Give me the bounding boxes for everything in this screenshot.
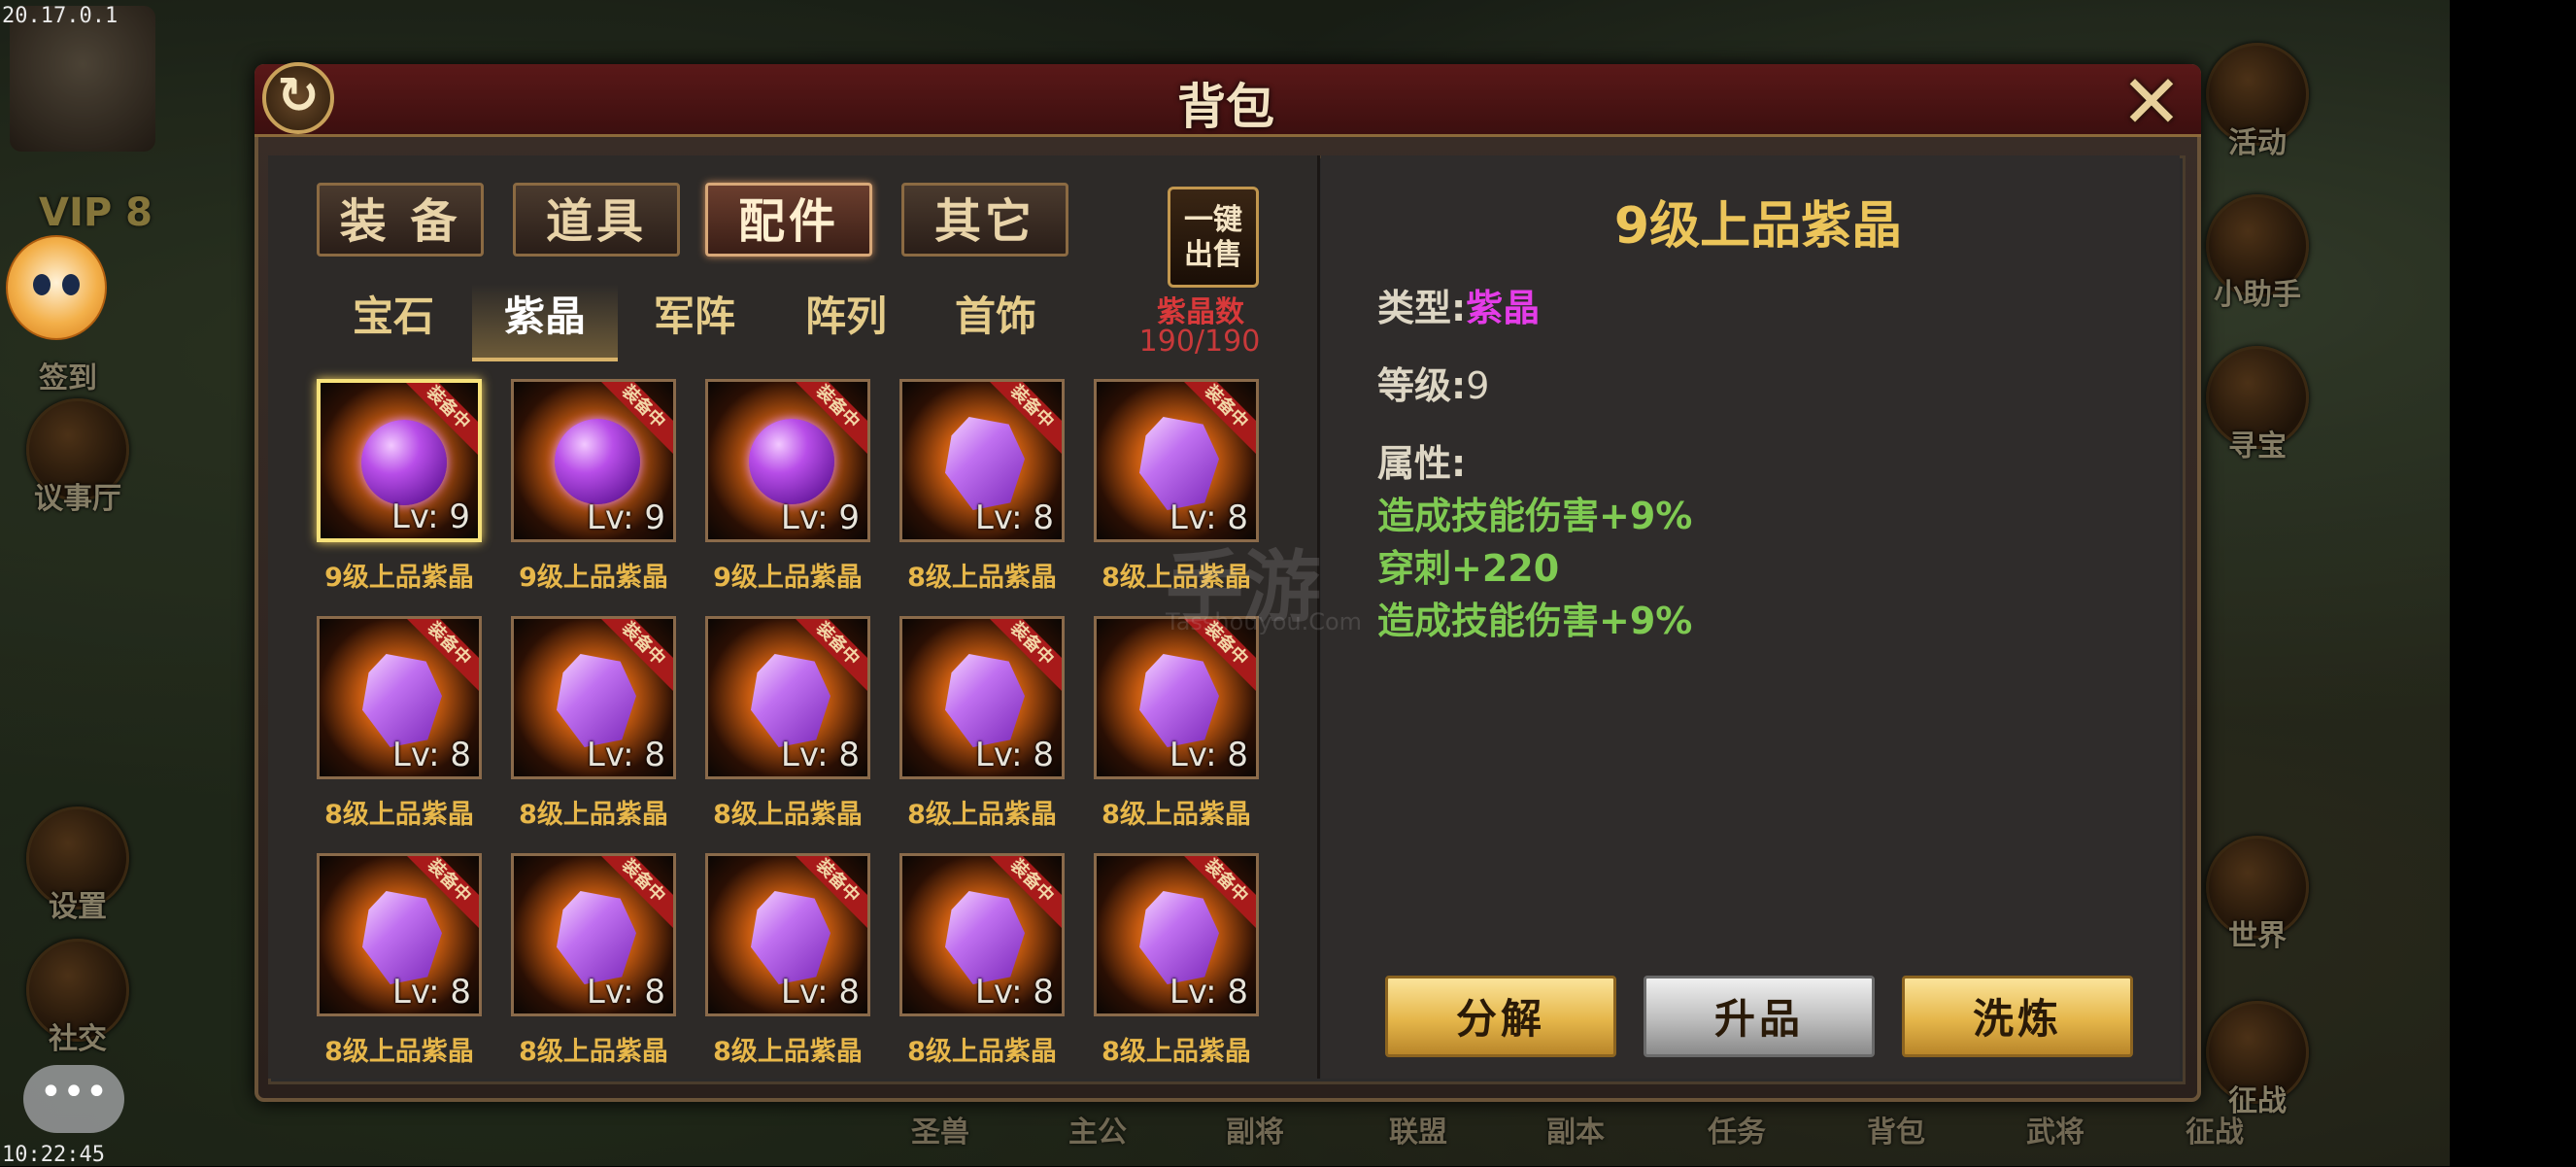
item-level: Lv: 8 bbox=[1169, 736, 1248, 774]
refresh-button[interactable]: ↻ bbox=[262, 62, 334, 134]
item-slot[interactable]: 装备中 Lv: 8 bbox=[1094, 853, 1259, 1016]
close-icon: ✕ bbox=[2120, 58, 2183, 145]
item-slot[interactable]: 装备中 Lv: 8 bbox=[511, 853, 676, 1016]
item-slot[interactable]: 装备中 Lv: 8 bbox=[705, 616, 870, 779]
item-level: Lv: 8 bbox=[586, 736, 665, 774]
item-slot[interactable]: 装备中 Lv: 9 bbox=[705, 379, 870, 542]
item-level: Lv: 8 bbox=[780, 973, 860, 1012]
upgrade-button[interactable]: 升品 bbox=[1644, 976, 1875, 1057]
amethyst-orb-icon bbox=[749, 419, 834, 504]
item-level: Lv: 9 bbox=[586, 498, 665, 537]
tab-other[interactable]: 其它 bbox=[901, 183, 1068, 257]
type-row: 类型:紫晶 bbox=[1377, 278, 1540, 331]
attr-line: 造成技能伤害+9% bbox=[1377, 600, 1693, 642]
amethyst-orb-icon bbox=[361, 420, 447, 505]
item-level: Lv: 8 bbox=[974, 498, 1054, 537]
close-button[interactable]: ✕ bbox=[2118, 65, 2186, 139]
tab-equipment[interactable]: 装 备 bbox=[317, 183, 484, 257]
item-name: 8级上品紫晶 bbox=[713, 800, 863, 830]
item-level: Lv: 8 bbox=[1169, 973, 1248, 1012]
item-slot[interactable]: 装备中 Lv: 8 bbox=[899, 616, 1065, 779]
decompose-button[interactable]: 分解 bbox=[1385, 976, 1616, 1057]
item-name: 8级上品紫晶 bbox=[713, 1037, 863, 1067]
refine-button[interactable]: 洗炼 bbox=[1902, 976, 2133, 1057]
item-slot[interactable]: 装备中 Lv: 8 bbox=[1094, 379, 1259, 542]
attr-label: 属性: bbox=[1377, 442, 1467, 485]
type-label: 类型: bbox=[1377, 287, 1467, 329]
assistant-cat-mascot[interactable] bbox=[6, 235, 107, 340]
item-level: Lv: 8 bbox=[391, 736, 471, 774]
item-name: 8级上品紫晶 bbox=[324, 800, 474, 830]
item-level: Lv: 8 bbox=[586, 973, 665, 1012]
type-value: 紫晶 bbox=[1466, 287, 1541, 329]
item-name: 9级上品紫晶 bbox=[519, 563, 668, 593]
item-name: 8级上品紫晶 bbox=[907, 563, 1057, 593]
tab-items[interactable]: 道具 bbox=[513, 183, 680, 257]
subtab-array[interactable]: 阵列 bbox=[773, 284, 919, 358]
item-level: Lv: 9 bbox=[780, 498, 860, 537]
item-name: 8级上品紫晶 bbox=[907, 800, 1057, 830]
subtab-formation[interactable]: 军阵 bbox=[622, 284, 767, 358]
one-click-sell-button[interactable]: 一键 出售 bbox=[1168, 187, 1259, 288]
item-slot[interactable]: 装备中 Lv: 8 bbox=[1094, 616, 1259, 779]
tab-accessories[interactable]: 配件 bbox=[705, 183, 872, 257]
status-ip: 20.17.0.1 bbox=[2, 4, 119, 28]
item-name: 9级上品紫晶 bbox=[324, 563, 474, 593]
panel-title: 背包 bbox=[1177, 79, 1274, 135]
item-slot[interactable]: 装备中 Lv: 8 bbox=[511, 616, 676, 779]
item-slot[interactable]: 装备中 Lv: 9 bbox=[511, 379, 676, 542]
item-name: 8级上品紫晶 bbox=[519, 1037, 668, 1067]
amethyst-orb-icon bbox=[555, 419, 640, 504]
chat-bubble-button[interactable]: ••• bbox=[23, 1065, 124, 1133]
refresh-icon: ↻ bbox=[277, 67, 320, 125]
item-level: Lv: 8 bbox=[391, 973, 471, 1012]
subtab-amethyst[interactable]: 紫晶 bbox=[472, 284, 618, 361]
level-label: 等级: bbox=[1377, 364, 1467, 407]
cat-eye-icon bbox=[62, 274, 80, 295]
item-name: 8级上品紫晶 bbox=[907, 1037, 1057, 1067]
item-level: Lv: 8 bbox=[974, 973, 1054, 1012]
item-name: 9级上品紫晶 bbox=[713, 563, 863, 593]
item-slot[interactable]: 装备中 Lv: 8 bbox=[317, 616, 482, 779]
attr-line: 穿刺+220 bbox=[1377, 547, 1560, 590]
level-row: 等级:9 bbox=[1377, 356, 1489, 409]
subtab-jewelry[interactable]: 首饰 bbox=[923, 284, 1068, 358]
item-title: 9级上品紫晶 bbox=[1613, 197, 1903, 256]
cat-eye-icon bbox=[33, 274, 51, 295]
watermark-url: Tasshouyou.Com bbox=[1166, 608, 1363, 635]
item-level: Lv: 8 bbox=[974, 736, 1054, 774]
item-name: 8级上品紫晶 bbox=[1102, 1037, 1251, 1067]
amethyst-count-value: 190/190 bbox=[1138, 325, 1261, 359]
attr-line: 造成技能伤害+9% bbox=[1377, 495, 1693, 537]
level-value: 9 bbox=[1466, 364, 1490, 407]
item-slot[interactable]: 装备中 Lv: 8 bbox=[899, 379, 1065, 542]
item-name: 8级上品紫晶 bbox=[519, 800, 668, 830]
item-level: Lv: 9 bbox=[390, 498, 470, 536]
sell-label-2: 出售 bbox=[1184, 238, 1242, 272]
status-time: 10:22:45 bbox=[2, 1143, 105, 1167]
screen-edge bbox=[2450, 0, 2576, 1166]
item-slot[interactable]: 装备中 Lv: 8 bbox=[705, 853, 870, 1016]
item-name: 8级上品紫晶 bbox=[1102, 800, 1251, 830]
sell-label-1: 一键 bbox=[1184, 203, 1242, 237]
item-name: 8级上品紫晶 bbox=[324, 1037, 474, 1067]
item-slot[interactable]: 装备中 Lv: 8 bbox=[899, 853, 1065, 1016]
item-slot[interactable]: 装备中 Lv: 8 bbox=[317, 853, 482, 1016]
item-slot[interactable]: 装备中 Lv: 9 bbox=[317, 379, 482, 542]
subtab-gem[interactable]: 宝石 bbox=[321, 284, 466, 358]
item-level: Lv: 8 bbox=[780, 736, 860, 774]
